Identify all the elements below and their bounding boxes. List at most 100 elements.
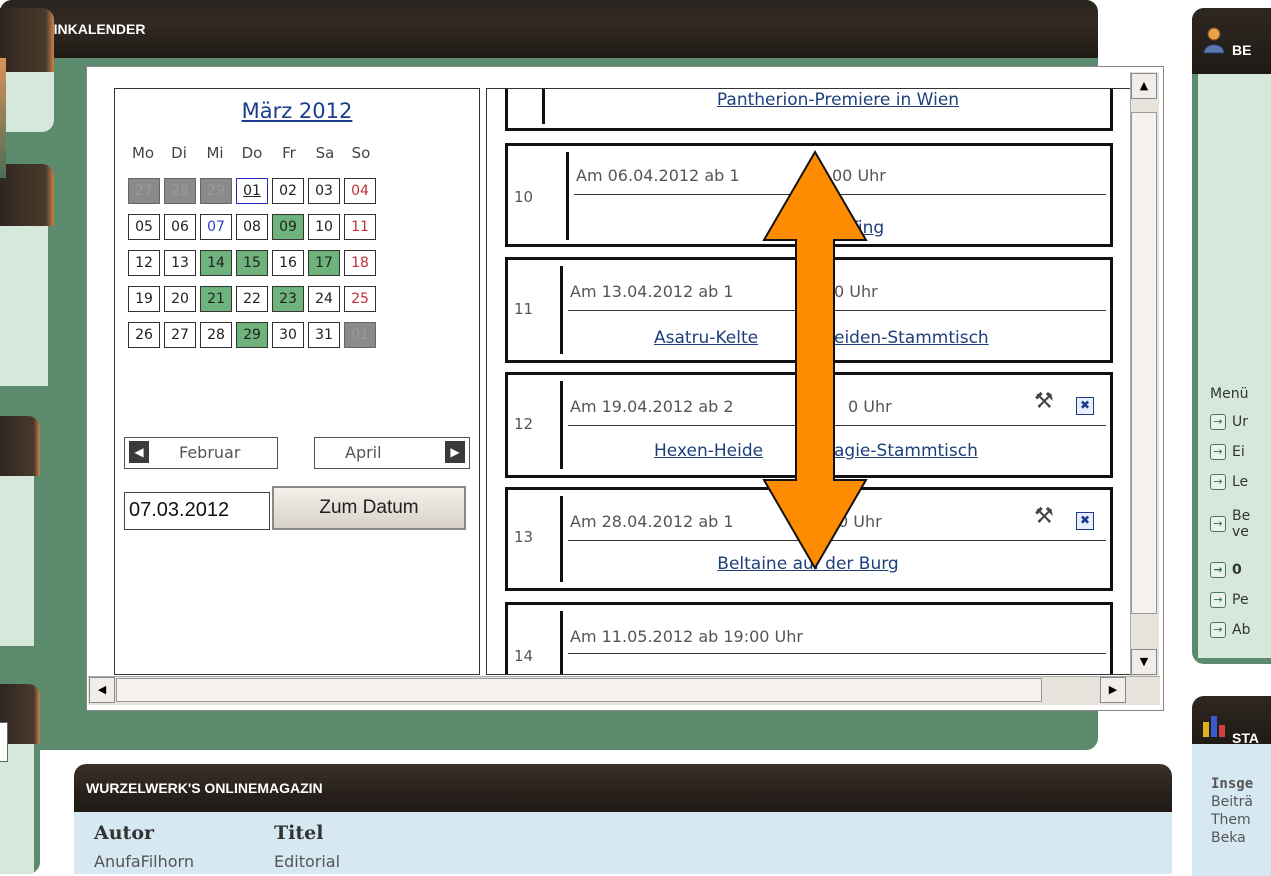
event-rule: [568, 653, 1106, 654]
calendar-day[interactable]: 24: [308, 286, 340, 312]
arrow-right-icon: →: [1210, 474, 1226, 490]
calendar-day[interactable]: 17: [308, 250, 340, 276]
goto-date-button[interactable]: Zum Datum: [272, 486, 466, 530]
edit-tools-icon[interactable]: ⚒: [1034, 504, 1054, 529]
calendar-day[interactable]: 27: [128, 178, 160, 204]
menu-item[interactable]: → Pe: [1210, 592, 1249, 608]
calendar-day[interactable]: 22: [236, 286, 268, 312]
row-author[interactable]: AnufaFilhorn: [94, 852, 194, 871]
event-title-link[interactable]: Pantherion-Premiere in Wien: [628, 90, 1048, 110]
weekday-label: Do: [241, 144, 263, 162]
prev-month-button[interactable]: ◀ Februar: [124, 437, 278, 469]
arrow-right-icon: →: [1210, 622, 1226, 638]
event-number: 14: [514, 647, 534, 665]
event-date: Am 28.04.2012 ab 1: [570, 512, 734, 531]
horizontal-scroll-thumb[interactable]: [116, 678, 1042, 702]
stat-line: Beiträ: [1211, 794, 1253, 810]
arrow-left-icon: ◀: [129, 441, 149, 463]
stats-panel-title: STA: [1232, 730, 1259, 746]
user-icon: [1203, 27, 1225, 54]
calendar-day[interactable]: 18: [344, 250, 376, 276]
date-field[interactable]: 07.03.2012: [124, 492, 270, 530]
calendar-day[interactable]: 09: [272, 214, 304, 240]
calendar-day[interactable]: 30: [272, 322, 304, 348]
scroll-up-button[interactable]: ▲: [1131, 73, 1157, 99]
calendar-day[interactable]: 02: [272, 178, 304, 204]
edit-tools-icon[interactable]: ⚒: [1034, 389, 1054, 414]
delete-icon[interactable]: ✖: [1076, 512, 1094, 530]
calendar-day[interactable]: 20: [164, 286, 196, 312]
weekday-label: Fr: [282, 144, 296, 162]
calendar-day[interactable]: 14: [200, 250, 232, 276]
menu-item[interactable]: → Ur: [1210, 414, 1248, 430]
month-calendar: März 2012: [114, 88, 480, 675]
scroll-left-button[interactable]: ◀: [89, 677, 115, 703]
stat-line: Them: [1211, 812, 1251, 828]
menu-item-label: Be: [1232, 508, 1251, 524]
column-title: Titel: [274, 822, 324, 844]
menu-item[interactable]: → Be ve: [1210, 508, 1250, 540]
calendar-day[interactable]: 08: [236, 214, 268, 240]
calendar-day[interactable]: 25: [344, 286, 376, 312]
double-arrow-icon: [762, 150, 868, 570]
menu-item[interactable]: → Ei: [1210, 444, 1245, 460]
stats-icon: [1203, 716, 1225, 737]
calendar-day[interactable]: 26: [128, 322, 160, 348]
month-title[interactable]: März 2012: [115, 99, 479, 123]
calendar-day[interactable]: 29: [200, 178, 232, 204]
left-panel-1: [0, 8, 54, 132]
calendar-day[interactable]: 27: [164, 322, 196, 348]
termin-panel-title: TERMINKALENDER: [0, 0, 1098, 58]
menu-item[interactable]: → Le: [1210, 474, 1248, 490]
calendar-day[interactable]: 23: [272, 286, 304, 312]
calendar-day[interactable]: 01: [344, 322, 376, 348]
event-divider: [560, 266, 563, 354]
calendar-day[interactable]: 19: [128, 286, 160, 312]
next-month-button[interactable]: April ▶: [314, 437, 470, 469]
left-panel-4: [0, 684, 40, 874]
menu-item[interactable]: → Ab: [1210, 622, 1250, 638]
calendar-day[interactable]: 06: [164, 214, 196, 240]
calendar-day[interactable]: 01: [236, 178, 268, 204]
calendar-day[interactable]: 28: [164, 178, 196, 204]
scroll-right-button[interactable]: ▶: [1100, 677, 1126, 703]
calendar-day[interactable]: 03: [308, 178, 340, 204]
column-author: Autor: [94, 822, 155, 844]
calendar-day[interactable]: 05: [128, 214, 160, 240]
menu-item-label: Ur: [1232, 414, 1249, 430]
event-divider: [566, 152, 569, 240]
event-date: Am 11.05.2012 ab 19:00 Uhr: [570, 627, 803, 646]
calendar-day[interactable]: 12: [128, 250, 160, 276]
weekday-label: Sa: [315, 144, 335, 162]
left-search-input[interactable]: [0, 722, 8, 762]
calendar-day[interactable]: 04: [344, 178, 376, 204]
stat-line: Insge: [1211, 776, 1254, 792]
calendar-day[interactable]: 29: [236, 322, 268, 348]
weekday-label: Mo: [131, 144, 155, 162]
calendar-day[interactable]: 21: [200, 286, 232, 312]
menu-item[interactable]: → 0: [1210, 562, 1242, 578]
magazine-title: WURZELWERK'S ONLINEMAGAZIN: [74, 764, 1172, 812]
calendar-day[interactable]: 15: [236, 250, 268, 276]
calendar-day[interactable]: 28: [200, 322, 232, 348]
calendar-day[interactable]: 31: [308, 322, 340, 348]
stat-line: Beka: [1211, 830, 1246, 846]
calendar-day[interactable]: 13: [164, 250, 196, 276]
calendar-day[interactable]: 07: [200, 214, 232, 240]
arrow-right-icon: →: [1210, 592, 1226, 608]
event-divider: [560, 381, 563, 469]
scroll-down-button[interactable]: ▼: [1131, 649, 1157, 675]
menu-item-label: Ab: [1232, 622, 1251, 638]
vertical-scroll-thumb[interactable]: [1131, 112, 1157, 614]
event-number: 12: [514, 415, 534, 433]
delete-icon[interactable]: ✖: [1076, 397, 1094, 415]
event-number: 11: [514, 300, 534, 318]
arrow-right-icon: →: [1210, 444, 1226, 460]
arrow-right-icon: →: [1210, 562, 1226, 578]
calendar-day[interactable]: 11: [344, 214, 376, 240]
menu-item-label: Ei: [1232, 444, 1245, 460]
row-title[interactable]: Editorial: [274, 852, 340, 871]
calendar-day[interactable]: 16: [272, 250, 304, 276]
weekday-label: Mi: [206, 144, 224, 162]
calendar-day[interactable]: 10: [308, 214, 340, 240]
